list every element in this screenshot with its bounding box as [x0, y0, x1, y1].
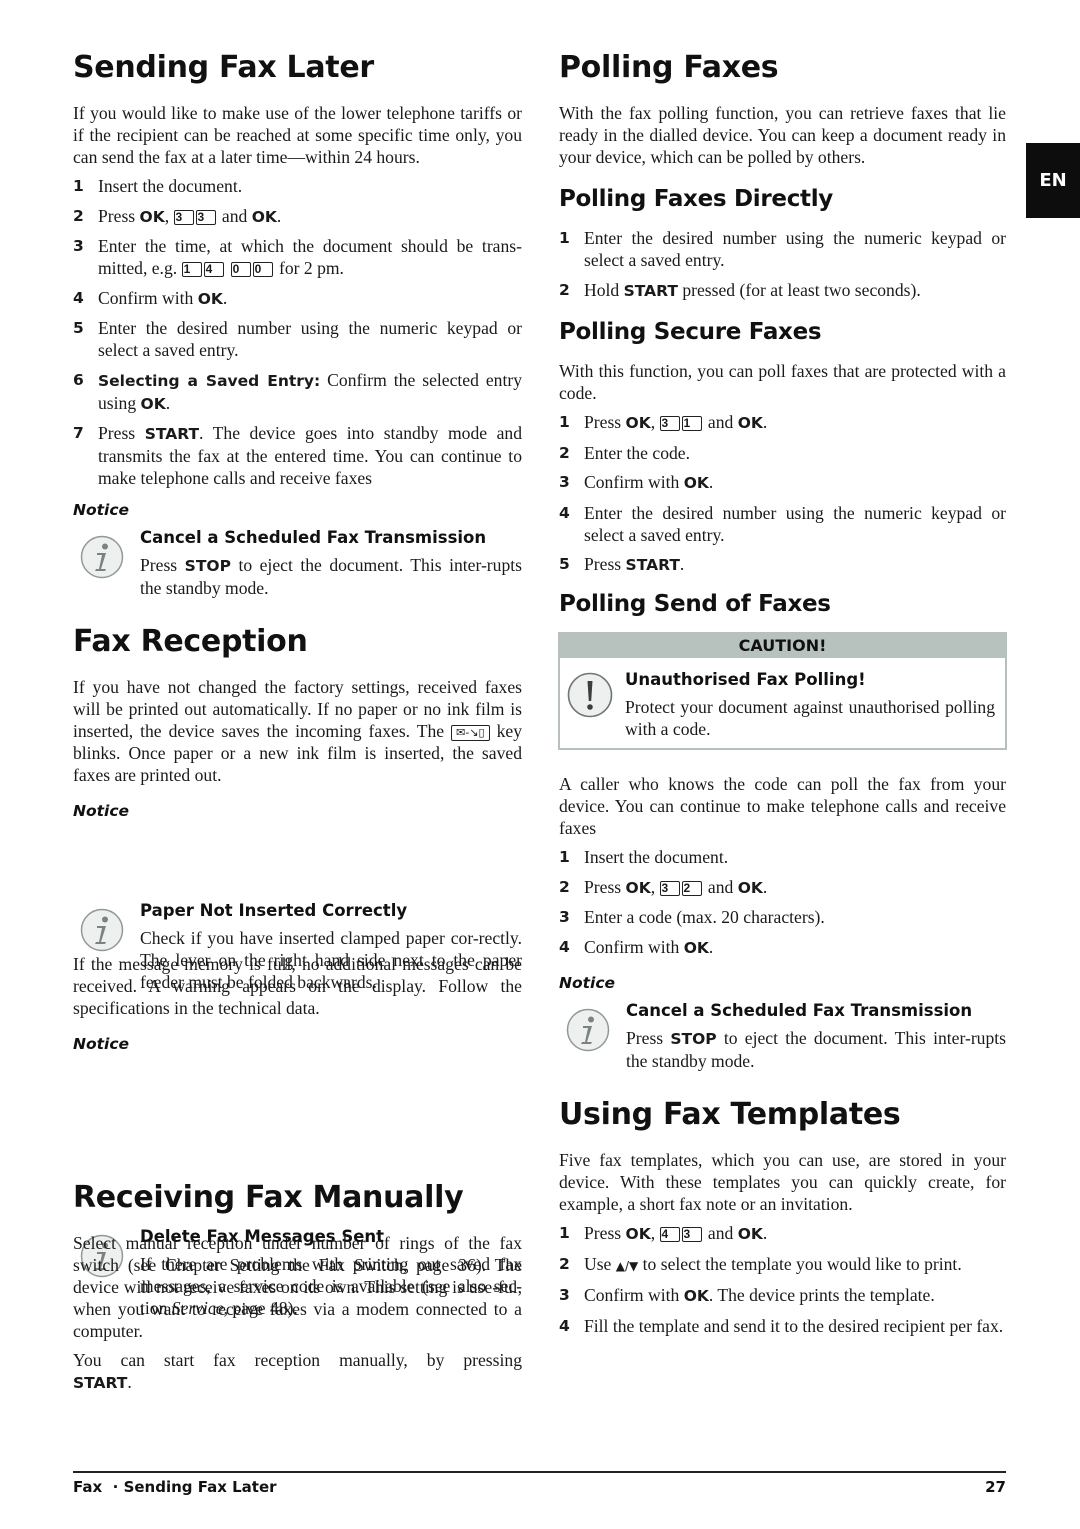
notice-title: Paper Not Inserted Correctly: [140, 901, 408, 920]
notice-title: Cancel a Scheduled Fax Transmission: [140, 528, 487, 547]
section-title-receiving-fax-manually: Receiving Fax Manually: [73, 1180, 464, 1215]
warning-icon: [567, 672, 613, 718]
notice-text: Press STOP to eject the document. This i…: [626, 1028, 1007, 1071]
sending-later-intro: If you would like to make use of the low…: [73, 103, 522, 167]
step: 4 Fill the template and send it to the de…: [559, 1315, 1004, 1336]
receiving-manually-para-2: You can start fax reception manually, by…: [73, 1350, 522, 1370]
keypad-key: 2: [681, 880, 702, 896]
step: 3 Confirm with OK.: [559, 472, 714, 492]
section-title-using-fax-templates: Using Fax Templates: [559, 1097, 901, 1132]
step: 1 Insert the document.: [559, 847, 729, 867]
keypad-key: 3: [173, 209, 194, 225]
notice-label: Notice: [73, 501, 130, 519]
page-footer: Fax · Sending Fax Later 27: [73, 1476, 1006, 1498]
keypad-key: 3: [659, 416, 680, 431]
left-column: Sending Fax Later If you would like to m…: [73, 0, 522, 1392]
fax-memory-key-icon: ✉-↘▯: [451, 725, 490, 741]
caution-text: Protect your document against unauthoris…: [625, 697, 995, 739]
keypad-key: 0: [230, 262, 251, 277]
step: 1 Press OK, 31 and OK.: [559, 412, 768, 432]
notice-label: Notice: [559, 974, 616, 992]
step: 2 Enter the code.: [559, 442, 691, 463]
info-icon: [80, 908, 124, 952]
step: 3 Confirm with OK. The device prints the …: [559, 1285, 935, 1305]
notice-cancel-scheduled: Cancel a Scheduled Fax Transmission Pres…: [73, 527, 522, 599]
keypad-key: 3: [195, 209, 216, 225]
page-number: 27: [985, 1478, 1006, 1496]
step: 2 Press OK, 33 and OK.: [73, 205, 282, 226]
caution-header: CAUTION!: [560, 634, 1005, 658]
step: 1 Enter the desired number using the nume…: [559, 228, 1006, 270]
info-icon: [566, 1008, 610, 1052]
templates-steps: 1 Press OK, 43 and OK. 2 Use ▲/▼ to select…: [559, 1222, 1006, 1344]
notice-title: Cancel a Scheduled Fax Transmission: [626, 1001, 973, 1020]
keypad-key: 0: [252, 262, 273, 277]
step: 5 Enter the desired number using the nume…: [73, 318, 522, 360]
receiving-manually-para-2-end: START.: [73, 1372, 132, 1392]
ok-key-label: OK: [251, 207, 277, 226]
polling-secure-intro: With this function, you can poll faxes t…: [559, 361, 1006, 403]
ok-key-label: OK: [139, 207, 165, 226]
right-column: Polling Faxes With the fax polling funct…: [558, 0, 1007, 1336]
notice-text: Press STOP to eject the document. This i…: [140, 555, 522, 598]
templates-intro: Five fax templates, which you can use, a…: [559, 1150, 1006, 1214]
info-icon: [80, 535, 124, 579]
language-tab-en: EN: [1026, 143, 1080, 218]
fax-reception-intro: If you have not changed the factory sett…: [73, 677, 522, 785]
notice-label: Notice: [73, 802, 130, 820]
notice-cancel-scheduled: Cancel a Scheduled Fax Transmission Pres…: [559, 1000, 1006, 1072]
footer-breadcrumb: Fax · Sending Fax Later: [73, 1478, 277, 1496]
subsection-title-polling-secure: Polling Secure Faxes: [559, 319, 822, 345]
section-title-sending-fax-later: Sending Fax Later: [73, 50, 374, 85]
step: 4 Enter the desired number using the nume…: [559, 502, 1006, 545]
step: 5 Press START.: [559, 554, 685, 574]
caution-box: CAUTION! Unauthorised Fax Polling! Prote…: [558, 632, 1007, 750]
step: 3 Enter the time, at which the document s…: [73, 236, 522, 278]
sending-later-steps: 1 Insert the document. 2 Press OK, 33 and …: [73, 175, 522, 497]
up-down-arrow-icon: ▲/▼: [615, 1258, 639, 1273]
step: 1 Press OK, 43 and OK.: [559, 1223, 768, 1243]
receiving-manually-para-1: Select manual reception under number of …: [73, 1233, 522, 1341]
polling-directly-steps: 1 Enter the desired number using the nume…: [559, 227, 1006, 309]
keypad-key: 1: [681, 416, 702, 431]
step: 1 Insert the document.: [73, 176, 243, 196]
step: 4 Confirm with OK.: [559, 936, 714, 957]
keypad-key: 1: [181, 262, 202, 277]
notice-label: Notice: [73, 1035, 130, 1053]
polling-send-steps: 1 Insert the document. 2 Press OK, 32 and …: [559, 846, 1006, 966]
step: 3 Enter a code (max. 20 characters).: [559, 907, 825, 927]
subsection-title-polling-directly: Polling Faxes Directly: [559, 186, 833, 212]
step: 2 Hold START pressed (for at least two se…: [559, 279, 921, 300]
step: 2 Press OK, 32 and OK.: [559, 876, 768, 897]
polling-send-intro: A caller who knows the code can poll the…: [559, 774, 1006, 838]
step: 6 Selecting a Saved Entry: Confirm the se…: [73, 369, 522, 413]
step: 7 Press START. The device goes into stand…: [73, 423, 522, 488]
section-title-polling-faxes: Polling Faxes: [559, 50, 779, 85]
keypad-key: 3: [681, 1227, 702, 1242]
subsection-title-polling-send: Polling Send of Faxes: [559, 591, 831, 617]
polling-secure-steps: 1 Press OK, 31 and OK. 2 Enter the code. 3…: [559, 411, 1006, 584]
step: 4 Confirm with OK.: [73, 287, 228, 308]
caution-title: Unauthorised Fax Polling!: [625, 670, 866, 689]
keypad-key: 3: [659, 880, 680, 896]
section-title-fax-reception: Fax Reception: [73, 624, 308, 659]
keypad-key: 4: [203, 262, 224, 277]
footer-divider: [73, 1471, 1006, 1473]
polling-intro: With the fax polling function, you can r…: [559, 103, 1006, 167]
message-memory-paragraph: If the message memory is full, no additi…: [73, 954, 522, 1018]
step: 2 Use ▲/▼ to select the template you woul…: [559, 1253, 962, 1274]
keypad-key: 4: [659, 1227, 680, 1242]
